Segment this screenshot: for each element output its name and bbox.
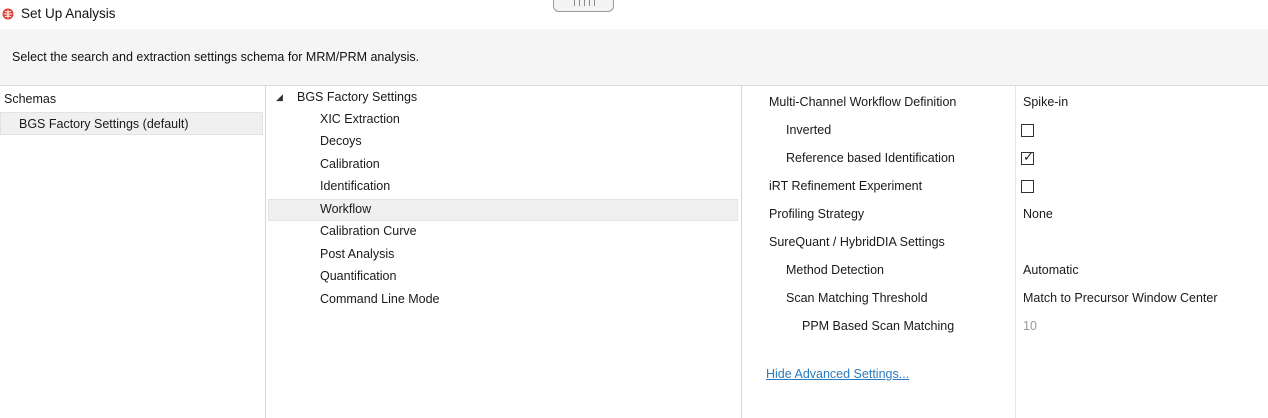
scan-matching-dropdown[interactable]: Match to Precursor Window Center [1019, 290, 1268, 308]
multi-channel-dropdown[interactable]: Spike-in [1019, 94, 1268, 112]
setting-row-inverted: Inverted [744, 117, 1268, 145]
tree-item-label: Command Line Mode [320, 292, 440, 306]
tree-item-command-line-mode[interactable]: Command Line Mode [268, 289, 738, 311]
tree-item-label: Calibration Curve [320, 224, 417, 238]
ppm-label: PPM Based Scan Matching [802, 319, 955, 333]
schema-item-label: BGS Factory Settings (default) [19, 117, 189, 131]
setting-row-method-detection: Method Detection Automatic [744, 257, 1268, 285]
tree-item-calibration[interactable]: Calibration [268, 154, 738, 176]
method-detection-dropdown[interactable]: Automatic [1019, 262, 1268, 280]
schema-item[interactable]: BGS Factory Settings (default) [0, 112, 263, 135]
tree-item-quantification[interactable]: Quantification [268, 266, 738, 288]
tree-item-identification[interactable]: Identification [268, 176, 738, 198]
app-icon [2, 8, 14, 20]
method-detection-value: Automatic [1023, 263, 1079, 277]
ppm-value: 10 [1023, 319, 1037, 333]
expand-arrow-icon[interactable]: ◢ [276, 92, 283, 103]
multi-channel-label: Multi-Channel Workflow Definition [769, 95, 957, 109]
tree-item-calibration-curve[interactable]: Calibration Curve [268, 221, 738, 243]
tree-root-label: BGS Factory Settings [297, 90, 418, 104]
profiling-label: Profiling Strategy [769, 207, 865, 221]
scan-matching-label: Scan Matching Threshold [786, 291, 928, 305]
tree-item-label: Quantification [320, 269, 397, 283]
instruction-text: Select the search and extraction setting… [12, 50, 420, 64]
schemas-pane: Schemas BGS Factory Settings (default) [0, 86, 266, 418]
setting-row-multi-channel: Multi-Channel Workflow Definition Spike-… [744, 89, 1268, 117]
reference-checkbox[interactable]: ✓ [1021, 149, 1034, 165]
settings-tree: ◢ BGS Factory Settings XIC Extraction De… [268, 86, 742, 418]
inverted-label: Inverted [786, 123, 832, 137]
tree-item-decoys[interactable]: Decoys [268, 131, 738, 153]
setting-row-scan-matching: Scan Matching Threshold Match to Precurs… [744, 285, 1268, 313]
tree-item-post-analysis[interactable]: Post Analysis [268, 244, 738, 266]
reference-label: Reference based Identification [786, 151, 955, 165]
checkmark-icon: ✓ [1023, 149, 1034, 164]
tree-item-label: Decoys [320, 134, 362, 148]
tree-item-label: Workflow [320, 202, 372, 216]
tree-item-label: Post Analysis [320, 247, 395, 261]
profiling-dropdown[interactable]: None [1019, 206, 1268, 224]
setting-row-profiling: Profiling Strategy None [744, 201, 1268, 229]
window-title: Set Up Analysis [21, 6, 116, 21]
hide-advanced-settings-link[interactable]: Hide Advanced Settings... [766, 367, 909, 381]
title-bar: Set Up Analysis [0, 0, 1268, 29]
tree-item-label: Calibration [320, 157, 380, 171]
setting-row-surequant: SureQuant / HybridDIA Settings [744, 229, 1268, 257]
workflow-settings-grid: Multi-Channel Workflow Definition Spike-… [744, 86, 1268, 418]
irt-label: iRT Refinement Experiment [769, 179, 923, 193]
inverted-checkbox[interactable] [1021, 124, 1034, 137]
tree-item-label: Identification [320, 179, 391, 193]
method-detection-label: Method Detection [786, 263, 884, 277]
tree-item-workflow[interactable]: Workflow [268, 199, 738, 221]
instruction-header: Select the search and extraction setting… [0, 29, 1268, 86]
tree-item-xic-extraction[interactable]: XIC Extraction [268, 109, 738, 131]
setting-row-irt: iRT Refinement Experiment [744, 173, 1268, 201]
scan-matching-value: Match to Precursor Window Center [1023, 291, 1218, 305]
multi-channel-value: Spike-in [1023, 95, 1069, 109]
setting-row-reference: Reference based Identification ✓ [744, 145, 1268, 173]
irt-checkbox[interactable] [1021, 180, 1034, 193]
surequant-label: SureQuant / HybridDIA Settings [769, 235, 945, 249]
schemas-header: Schemas [4, 92, 57, 106]
drag-grip[interactable] [553, 0, 614, 12]
ppm-input[interactable]: 10 [1019, 318, 1268, 336]
profiling-value: None [1023, 207, 1053, 221]
tree-item-label: XIC Extraction [320, 112, 400, 126]
setting-row-ppm: PPM Based Scan Matching 10 [744, 313, 1268, 341]
